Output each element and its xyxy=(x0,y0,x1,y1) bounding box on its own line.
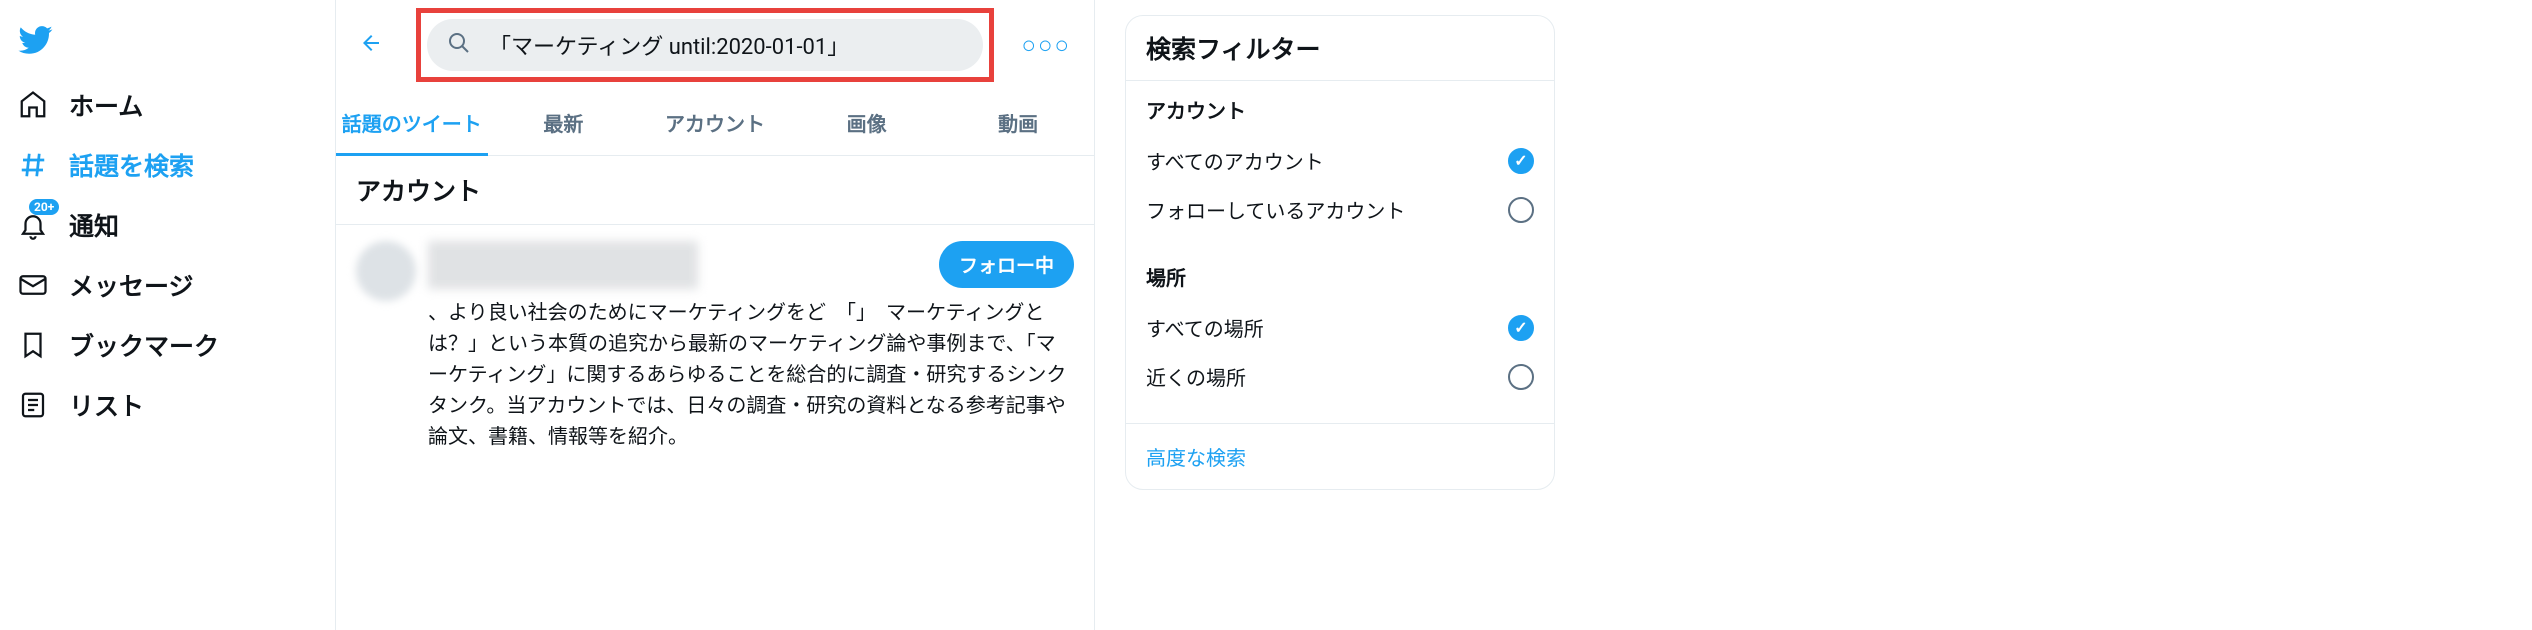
nav-label: ブックマーク xyxy=(69,327,219,363)
nav-label: ホーム xyxy=(69,87,143,123)
hash-icon xyxy=(17,149,49,181)
search-tabs: 話題のツイート 最新 アカウント 画像 動画 xyxy=(336,90,1094,156)
radio-selected-icon xyxy=(1508,315,1534,341)
main-column: 「マーケティング until:2020-01-01」 ○○○ 話題のツイート 最… xyxy=(335,0,1095,630)
search-highlight: 「マーケティング until:2020-01-01」 xyxy=(416,8,994,82)
mail-icon xyxy=(17,269,49,301)
advanced-search-link[interactable]: 高度な検索 xyxy=(1126,423,1554,489)
sidebar-item-explore[interactable]: 話題を検索 xyxy=(5,135,325,195)
filters-title: 検索フィルター xyxy=(1126,16,1554,81)
sidebar-item-notifications[interactable]: 20+ 通知 xyxy=(5,195,325,255)
filter-option-all-accounts[interactable]: すべてのアカウント xyxy=(1146,136,1534,185)
nav-label: 話題を検索 xyxy=(69,147,194,183)
account-name-obscured xyxy=(428,241,698,289)
search-query-text: 「マーケティング until:2020-01-01」 xyxy=(489,29,849,61)
radio-selected-icon xyxy=(1508,148,1534,174)
nav-label: メッセージ xyxy=(69,267,194,303)
search-filters: 検索フィルター アカウント すべてのアカウント フォローしているアカウント 場所… xyxy=(1125,15,1555,490)
filter-section-account-label: アカウント xyxy=(1146,95,1534,124)
sidebar-item-messages[interactable]: メッセージ xyxy=(5,255,325,315)
tab-accounts[interactable]: アカウント xyxy=(639,90,791,155)
tab-videos[interactable]: 動画 xyxy=(942,90,1094,155)
nav-label: リスト xyxy=(69,387,144,423)
tab-latest[interactable]: 最新 xyxy=(488,90,640,155)
account-description: 、より良い社会のためにマーケティングをど 「」 マーケティングとは？」という本質… xyxy=(428,297,1074,452)
sidebar: ホーム 話題を検索 20+ 通知 メッセージ ブックマーク xyxy=(0,0,335,630)
follow-button[interactable]: フォロー中 xyxy=(939,241,1074,288)
sidebar-item-home[interactable]: ホーム xyxy=(5,75,325,135)
filter-option-nearby[interactable]: 近くの場所 xyxy=(1146,352,1534,401)
list-icon xyxy=(17,389,49,421)
filter-option-all-locations[interactable]: すべての場所 xyxy=(1146,303,1534,352)
nav-label: 通知 xyxy=(69,207,119,243)
bookmark-icon xyxy=(17,329,49,361)
tab-images[interactable]: 画像 xyxy=(791,90,943,155)
right-column: 検索フィルター アカウント すべてのアカウント フォローしているアカウント 場所… xyxy=(1095,0,2532,630)
back-button[interactable] xyxy=(351,23,391,68)
search-header: 「マーケティング until:2020-01-01」 ○○○ xyxy=(336,0,1094,90)
avatar xyxy=(356,241,416,301)
twitter-logo[interactable] xyxy=(5,10,325,75)
account-result[interactable]: フォロー中 、より良い社会のためにマーケティングをど 「」 マーケティングとは？… xyxy=(336,225,1094,468)
search-icon xyxy=(447,31,471,60)
filter-option-following[interactable]: フォローしているアカウント xyxy=(1146,185,1534,234)
section-header-accounts: アカウント xyxy=(336,156,1094,225)
more-options-button[interactable]: ○○○ xyxy=(1014,23,1080,68)
home-icon xyxy=(17,89,49,121)
radio-unselected-icon xyxy=(1508,197,1534,223)
filter-section-location-label: 場所 xyxy=(1146,262,1534,291)
sidebar-item-bookmarks[interactable]: ブックマーク xyxy=(5,315,325,375)
tab-top[interactable]: 話題のツイート xyxy=(336,90,488,155)
notification-badge: 20+ xyxy=(29,199,59,215)
radio-unselected-icon xyxy=(1508,364,1534,390)
search-input[interactable]: 「マーケティング until:2020-01-01」 xyxy=(427,19,983,71)
sidebar-item-lists[interactable]: リスト xyxy=(5,375,325,435)
